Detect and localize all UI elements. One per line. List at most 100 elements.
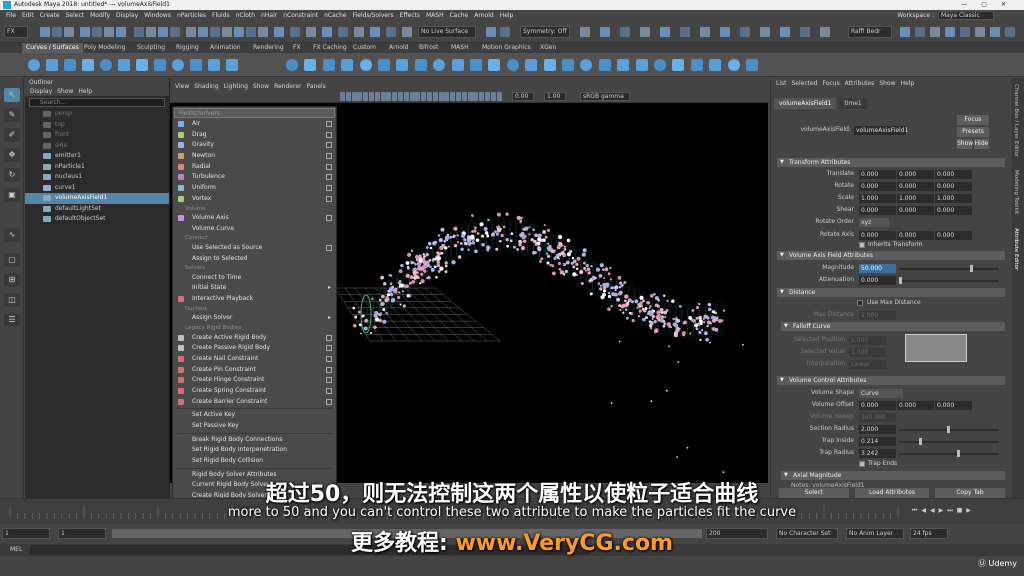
menu-mash[interactable]: MASH [426,10,444,21]
attenuation-field[interactable]: 0.000 [859,276,896,285]
option-box-icon[interactable] [326,355,332,362]
outliner-menu-help[interactable]: Help [78,88,92,95]
shelf-tool-17-icon[interactable] [378,59,390,71]
viewport-tool-2-icon[interactable] [351,92,357,101]
menu-item-create-hinge-constraint[interactable]: Create Hinge Constraint [173,375,336,386]
shelf-tool-35-icon[interactable] [709,59,722,71]
status-tool-1-icon[interactable] [52,27,62,37]
shelf-tool-30-icon[interactable] [617,59,630,71]
status-tool-46-icon[interactable] [960,27,970,37]
presets-button[interactable]: Presets [957,127,989,137]
outliner-item-side[interactable]: side [25,141,169,152]
menu-arnold[interactable]: Arnold [474,10,493,21]
status-tool-17-icon[interactable] [258,27,268,37]
shelf-tab-motion-graphics[interactable]: Motion Graphics [478,43,535,53]
status-tool-19-icon[interactable] [290,27,300,37]
status-tool-25-icon[interactable] [386,27,396,37]
translate-y-field[interactable]: 0.000 [897,170,934,179]
menu-select[interactable]: Select [66,10,85,21]
outliner-menu-display[interactable]: Display [30,88,52,95]
shelf-tab-xgen[interactable]: XGen [536,43,560,53]
status-tool-32-icon[interactable] [640,27,650,37]
status-tool-31-icon[interactable] [620,27,630,37]
status-tool-15-icon[interactable] [234,27,244,37]
menu-item-set-active-key[interactable]: Set Active Key [173,410,336,421]
shelf-tool-34-icon[interactable] [690,59,703,71]
volume-shape-dropdown[interactable]: Curve [859,389,903,398]
viewport-tool-23-icon[interactable] [473,92,479,101]
status-tool-35-icon[interactable] [700,27,710,37]
status-tool-24-icon[interactable] [370,27,380,37]
section-radius-slider-handle[interactable] [947,426,950,433]
outliner-item-persp[interactable]: persp [25,109,169,120]
node-name-field[interactable]: volumeAxisField1 [854,126,908,135]
menu-item-air[interactable]: Air [173,119,336,130]
menu-help[interactable]: Help [500,10,514,21]
shelf-tool-22-icon[interactable] [470,59,482,71]
shelf-tool-26-icon[interactable] [543,59,556,71]
shelf-tool-8-icon[interactable] [172,59,184,71]
menu-file[interactable]: File [6,10,16,21]
trap-radius-field[interactable]: 3.242 [859,449,896,458]
shear-z-field[interactable]: 0.000 [935,206,972,215]
rotate-y-field[interactable]: 0.000 [897,182,934,191]
viewport-tool-19-icon[interactable] [450,92,456,101]
distance-frame[interactable]: Distance [777,288,1005,297]
ae-menu-attributes[interactable]: Attributes [845,80,875,87]
status-tool-37-icon[interactable] [740,27,750,37]
shear-x-field[interactable]: 0.000 [859,206,896,215]
option-box-icon[interactable] [326,163,332,170]
option-box-icon[interactable] [326,153,332,160]
menu-item-assign-to-selected[interactable]: Assign to Selected [173,254,336,265]
gamma-field[interactable]: 1.00 [544,92,566,101]
status-tool-41-icon[interactable] [820,27,830,37]
inherits-transform-checkbox[interactable] [859,242,865,248]
status-tool-26-icon[interactable] [402,27,412,37]
volume-sweep-field[interactable]: 360.000 [859,413,896,422]
rotate-axis-x-field[interactable]: 0.000 [859,231,896,240]
viewport-tool-11-icon[interactable] [403,92,409,101]
outliner-item-curve1[interactable]: curve1 [25,183,169,194]
viewport-tool-9-icon[interactable] [392,92,398,101]
menu-item-turbulence[interactable]: Turbulence [173,172,336,183]
four-layout-icon[interactable]: ⊞ [4,273,20,287]
viewport-menu-show[interactable]: Show [253,83,269,90]
status-tool-5-icon[interactable] [104,27,114,37]
menu-item-radial[interactable]: Radial [173,162,336,173]
viewport-tool-13-icon[interactable] [415,92,421,101]
shelf-tool-29-icon[interactable] [598,59,611,71]
option-box-icon[interactable] [326,195,332,202]
viewport-tool-24-icon[interactable] [479,92,485,101]
status-tool-42-icon[interactable] [900,27,910,37]
status-tool-8-icon[interactable] [146,27,156,37]
translate-x-field[interactable]: 0.000 [859,170,896,179]
max-distance-field[interactable]: 1.000 [859,311,896,320]
volume-control-frame[interactable]: Volume Control Attributes [777,376,1005,385]
two-layout-icon[interactable]: ◫ [4,293,20,307]
status-tool-45-icon[interactable] [945,27,955,37]
outliner-layout-icon[interactable]: ☰ [4,313,20,327]
falloff-curve-frame[interactable]: Falloff Curve [781,322,1005,331]
option-box-icon[interactable] [326,398,332,405]
window-controls[interactable]: —▢✕ [961,0,1020,10]
menu-item-gravity[interactable]: Gravity [173,140,336,151]
volume-axis-field-frame[interactable]: Volume Axis Field Attributes [777,251,1005,260]
shelf-tab-fx[interactable]: FX [289,43,305,53]
menu-item-volume-curve[interactable]: Volume Curve [173,224,336,235]
viewport-tool-16-icon[interactable] [432,92,438,101]
viewport-tool-18-icon[interactable] [444,92,450,101]
shelf-tab-mash[interactable]: MASH [447,43,473,53]
shelf-tool-37-icon[interactable] [746,59,758,71]
rotate-axis-y-field[interactable]: 0.000 [897,231,934,240]
menu-edit[interactable]: Edit [22,10,34,21]
option-box-icon[interactable] [326,174,332,181]
status-tool-11-icon[interactable] [186,27,196,37]
status-tool-12-icon[interactable] [198,27,208,37]
status-tool-43-icon[interactable] [915,27,925,37]
menu-ncloth[interactable]: nCloth [236,10,256,21]
menu-cache[interactable]: Cache [450,10,469,21]
magnitude-slider-handle[interactable] [970,265,973,272]
status-tool-10-icon[interactable] [170,27,180,37]
option-box-icon[interactable] [326,387,332,394]
symmetry-dropdown[interactable]: Symmetry: Off [520,26,570,38]
